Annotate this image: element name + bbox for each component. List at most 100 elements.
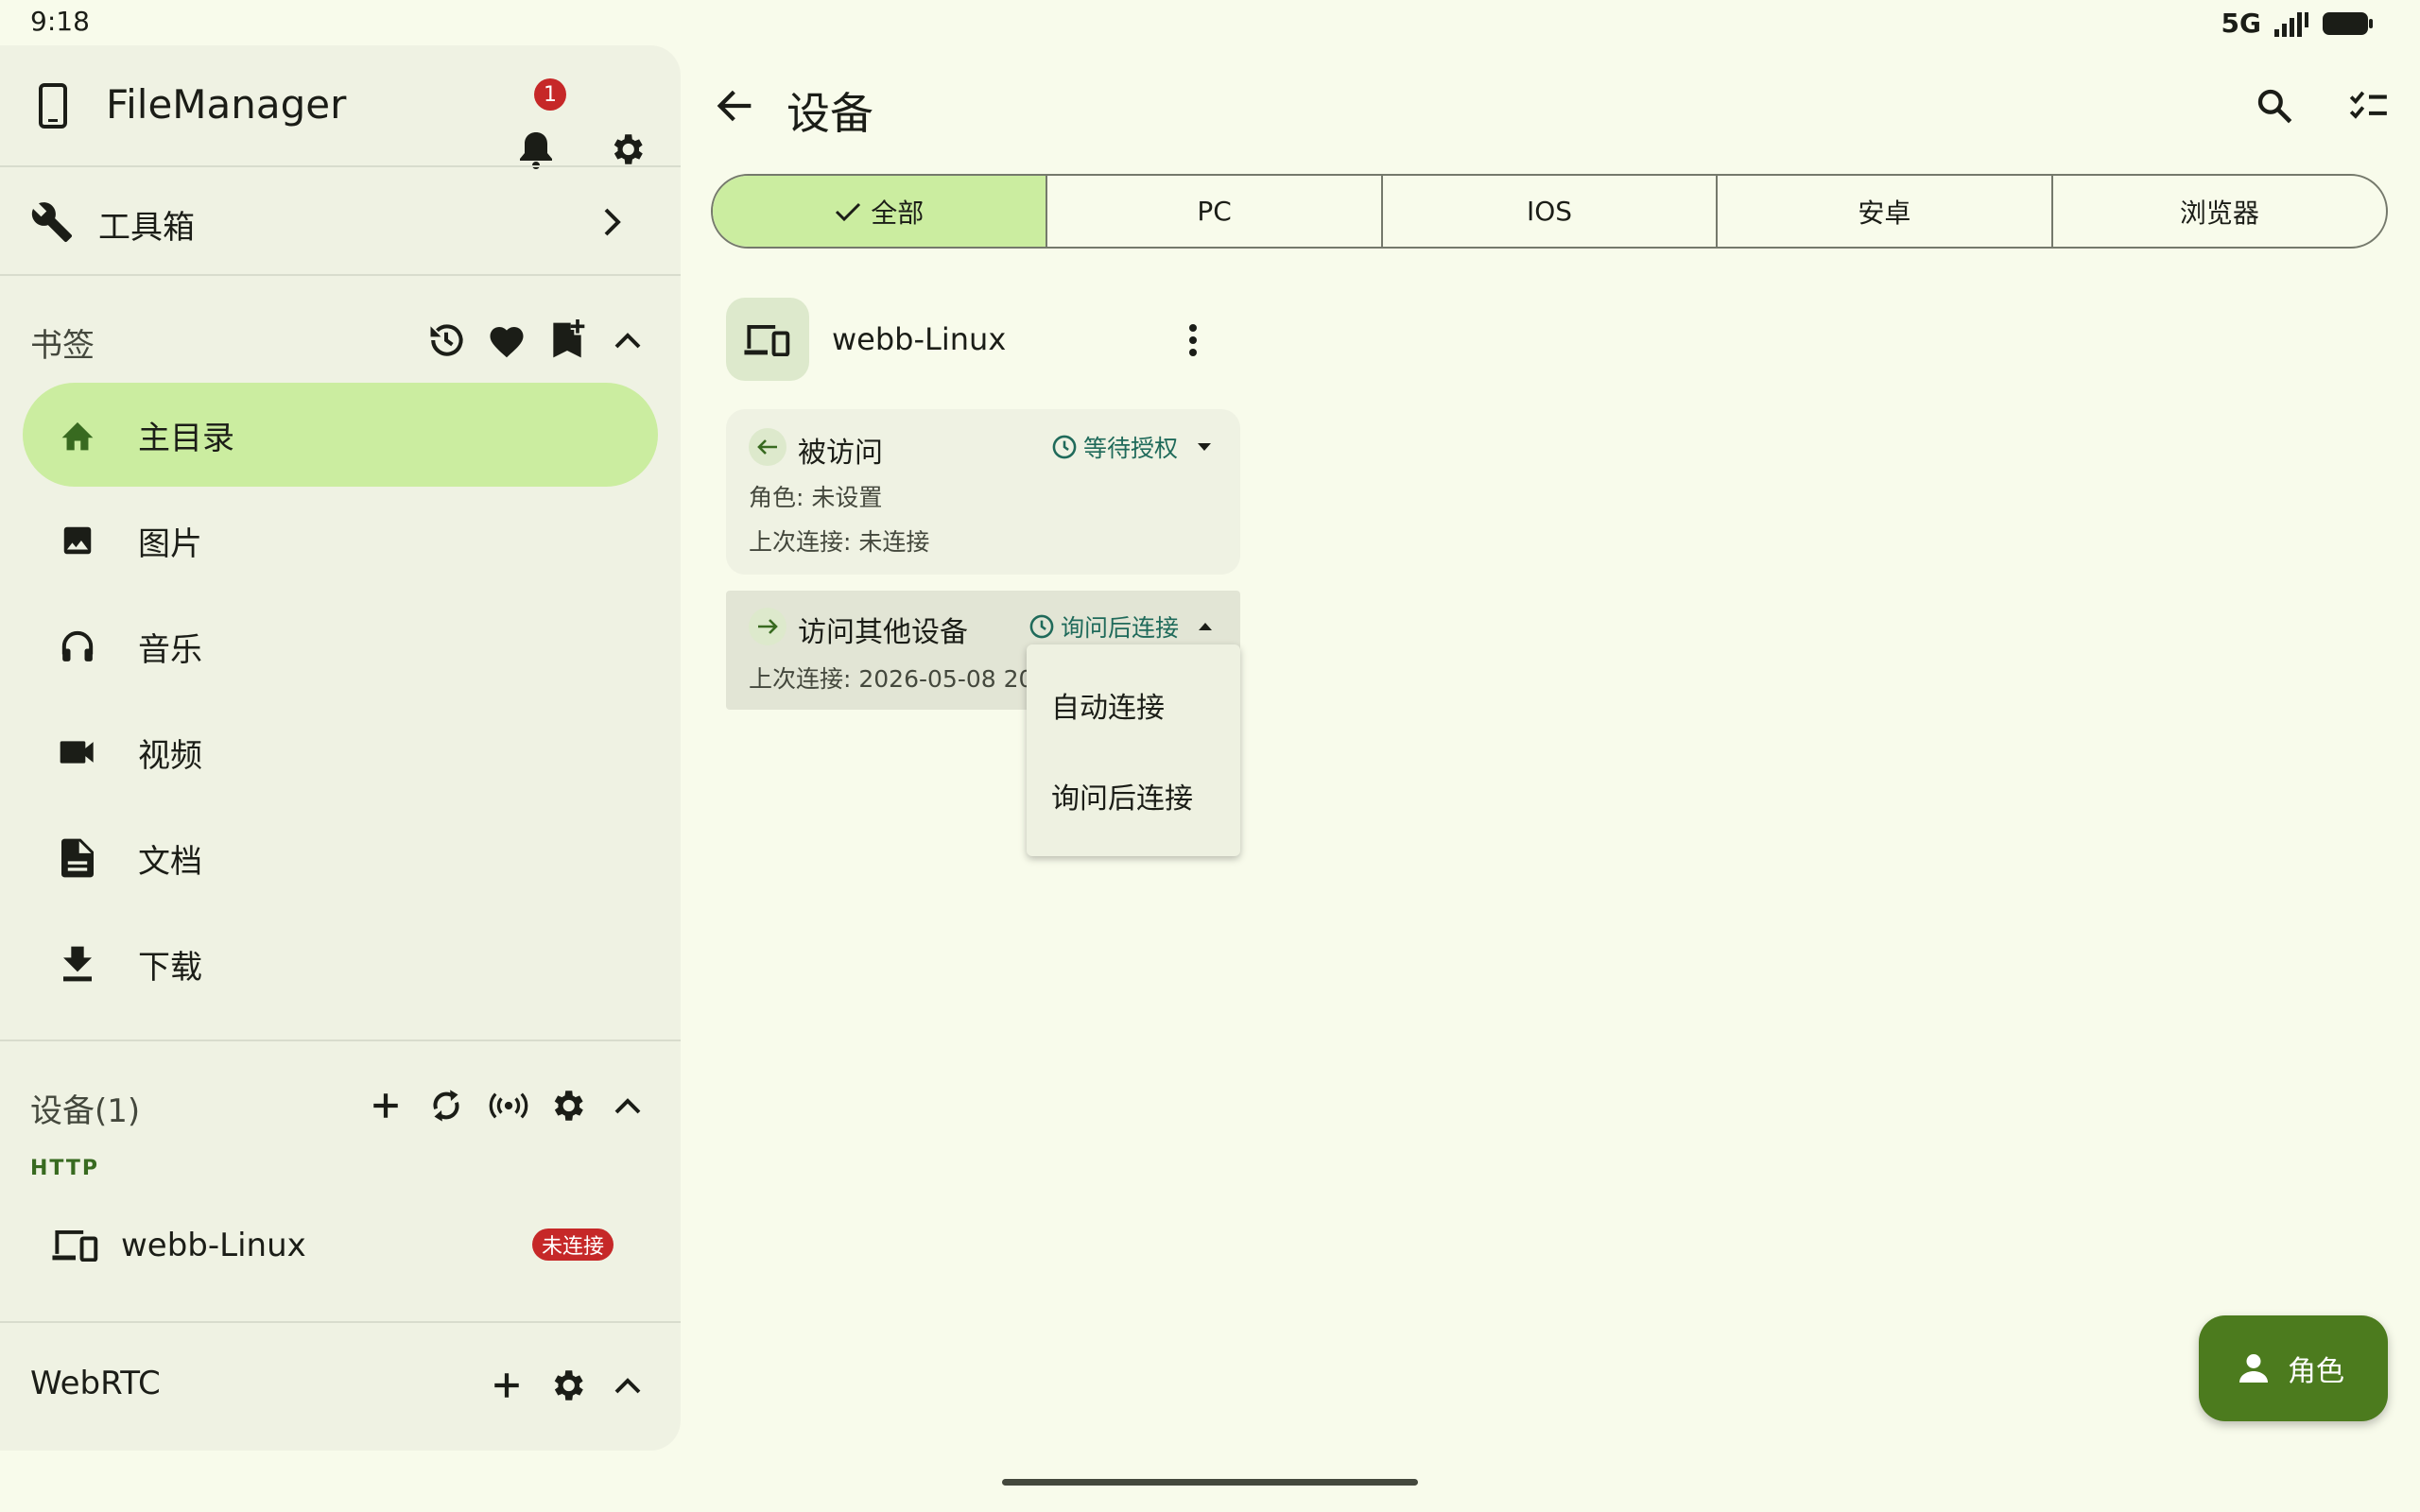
- add-device-button[interactable]: [361, 1081, 410, 1130]
- search-icon: [2256, 87, 2293, 125]
- toolbox-label[interactable]: 工具箱: [98, 201, 195, 248]
- sync-icon: [427, 1086, 465, 1125]
- collapse-webrtc-button[interactable]: [605, 1365, 650, 1406]
- chevron-up-icon: [614, 331, 642, 350]
- arrow-right-icon: [749, 608, 786, 645]
- bookmark-label: 视频: [138, 736, 202, 775]
- arrow-left-icon: [749, 428, 786, 466]
- check-icon: [835, 201, 861, 222]
- divider: [0, 1040, 681, 1041]
- favorites-button[interactable]: [482, 316, 531, 365]
- filter-android[interactable]: 安卓: [1718, 176, 2053, 247]
- incoming-status-dropdown[interactable]: 等待授权: [1051, 430, 1212, 464]
- device-type-filter: 全部 PC IOS 安卓 浏览器: [711, 174, 2388, 249]
- history-button[interactable]: [422, 316, 471, 365]
- phone-icon: [30, 79, 76, 132]
- bookmark-item-music[interactable]: 音乐: [23, 594, 658, 698]
- gear-icon: [547, 1366, 587, 1405]
- device-name: webb-Linux: [832, 321, 1007, 357]
- devices-icon: [51, 1227, 100, 1263]
- image-icon: [55, 518, 100, 563]
- incoming-status: 等待授权: [1083, 435, 1179, 462]
- page-title: 设备: [786, 88, 873, 139]
- filter-label: 全部: [871, 197, 925, 229]
- chevron-up-icon: [614, 1096, 642, 1115]
- notification-badge: 1: [534, 78, 566, 111]
- add-webrtc-button[interactable]: [482, 1361, 531, 1410]
- filter-ios[interactable]: IOS: [1383, 176, 1719, 247]
- wrench-icon: [28, 198, 76, 246]
- plus-icon: [491, 1369, 523, 1401]
- filter-pc[interactable]: PC: [1047, 176, 1383, 247]
- outgoing-status: 询问后连接: [1061, 614, 1180, 642]
- home-icon: [55, 412, 100, 457]
- plus-icon: [370, 1090, 402, 1122]
- connection-status-badge: 未连接: [532, 1228, 614, 1261]
- app-title: FileManager: [106, 81, 347, 128]
- incoming-title: 被访问: [798, 437, 883, 470]
- filter-browser[interactable]: 浏览器: [2053, 176, 2386, 247]
- network-type: 5G: [2221, 8, 2261, 39]
- filter-label: PC: [1197, 196, 1232, 227]
- device-avatar: [726, 298, 809, 381]
- collapse-bookmarks-button[interactable]: [605, 319, 650, 361]
- devices-icon: [744, 322, 791, 356]
- arrow-back-icon: [717, 89, 754, 123]
- person-icon: [2237, 1351, 2271, 1385]
- battery-icon: [2322, 10, 2375, 37]
- collapse-devices-button[interactable]: [605, 1085, 650, 1126]
- bookmarks-section-title: 书签: [30, 327, 95, 365]
- bookmark-item-downloads[interactable]: 下载: [23, 912, 658, 1016]
- status-time: 9:18: [30, 6, 90, 37]
- divider: [0, 274, 681, 276]
- back-button[interactable]: [711, 81, 760, 130]
- webrtc-settings-button[interactable]: [543, 1361, 592, 1410]
- fab-label: 角色: [2288, 1355, 2344, 1388]
- clock-icon: [1051, 434, 1078, 460]
- bookmark-item-home[interactable]: 主目录: [23, 383, 658, 487]
- drawer-device-item[interactable]: webb-Linux: [121, 1227, 306, 1264]
- filter-all[interactable]: 全部: [713, 176, 1048, 247]
- document-icon: [55, 835, 100, 881]
- bell-icon: [517, 129, 555, 170]
- caret-down-icon: [1197, 442, 1212, 452]
- bookmark-item-documents[interactable]: 文档: [23, 806, 658, 910]
- caret-up-icon: [1198, 622, 1213, 631]
- clock-icon: [1028, 613, 1055, 640]
- outgoing-status-dropdown[interactable]: 询问后连接: [1028, 610, 1213, 644]
- outgoing-title: 访问其他设备: [798, 616, 968, 649]
- webrtc-section-title: WebRTC: [30, 1365, 161, 1402]
- filter-label: 浏览器: [2179, 197, 2259, 229]
- select-mode-button[interactable]: [2342, 81, 2395, 130]
- broadcast-button[interactable]: [482, 1081, 535, 1130]
- checklist-icon: [2348, 89, 2390, 123]
- bookmark-add-icon: [548, 319, 586, 361]
- bookmark-label: 图片: [138, 524, 202, 563]
- chevron-right-icon[interactable]: [594, 200, 631, 244]
- search-button[interactable]: [2250, 81, 2299, 130]
- status-indicators: 5G: [2221, 8, 2375, 39]
- bookmark-item-images[interactable]: 图片: [23, 489, 658, 593]
- filter-label: IOS: [1526, 196, 1573, 227]
- download-icon: [55, 941, 100, 987]
- gesture-bar: [1002, 1479, 1418, 1486]
- bookmark-item-video[interactable]: 视频: [23, 700, 658, 804]
- gear-icon: [547, 1086, 587, 1125]
- history-icon: [425, 319, 467, 361]
- menu-item-auto-connect[interactable]: 自动连接: [1051, 684, 1165, 726]
- menu-item-ask-before-connect[interactable]: 询问后连接: [1051, 775, 1193, 816]
- device-more-button[interactable]: [1170, 318, 1216, 363]
- add-bookmark-button[interactable]: [543, 314, 592, 367]
- videocam-icon: [55, 730, 100, 775]
- incoming-role: 角色: 未设置: [749, 484, 883, 511]
- broadcast-icon: [488, 1091, 529, 1121]
- bookmark-label: 文档: [138, 842, 202, 881]
- incoming-access-card[interactable]: 被访问 等待授权 角色: 未设置 上次连接: 未连接: [726, 409, 1240, 575]
- refresh-devices-button[interactable]: [422, 1081, 471, 1130]
- role-fab[interactable]: 角色: [2199, 1315, 2388, 1421]
- device-settings-button[interactable]: [543, 1081, 592, 1130]
- signal-icon: [2273, 10, 2310, 37]
- divider: [0, 165, 681, 167]
- gear-icon: [607, 129, 647, 169]
- divider: [0, 1321, 681, 1323]
